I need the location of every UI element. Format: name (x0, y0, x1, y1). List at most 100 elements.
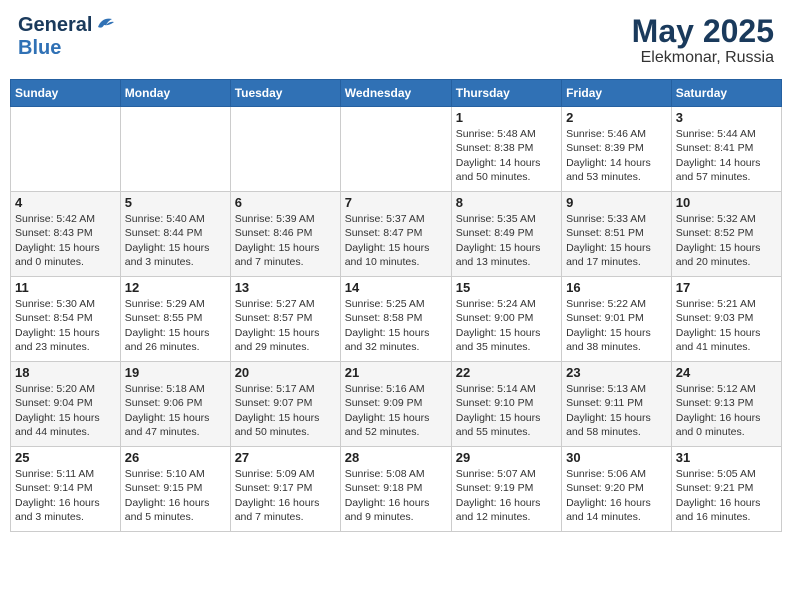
day-info: Sunrise: 5:16 AM Sunset: 9:09 PM Dayligh… (345, 382, 447, 439)
calendar-cell: 28Sunrise: 5:08 AM Sunset: 9:18 PM Dayli… (340, 447, 451, 532)
col-header-tuesday: Tuesday (230, 80, 340, 107)
month-title: May 2025 (632, 14, 774, 49)
day-number: 4 (15, 195, 116, 210)
page-header: General Blue May 2025 Elekmonar, Russia (10, 10, 782, 71)
day-number: 30 (566, 450, 667, 465)
logo-general: General (18, 14, 92, 37)
day-number: 5 (125, 195, 226, 210)
day-number: 22 (456, 365, 557, 380)
day-number: 1 (456, 110, 557, 125)
calendar-cell: 7 Sunrise: 5:37 AM Sunset: 8:47 PM Daylig… (340, 192, 451, 277)
day-info: Sunrise: 5:13 AM Sunset: 9:11 PM Dayligh… (566, 382, 667, 439)
day-number: 21 (345, 365, 447, 380)
day-number: 31 (676, 450, 777, 465)
day-info: Sunrise: 5:48 AM Sunset: 8:38 PM Dayligh… (456, 127, 557, 184)
day-number: 9 (566, 195, 667, 210)
day-number: 27 (235, 450, 336, 465)
day-info: Sunrise: 5:39 AM Sunset: 8:46 PM Dayligh… (235, 212, 336, 269)
day-info: Sunrise: 5:35 AM Sunset: 8:49 PM Dayligh… (456, 212, 557, 269)
calendar-cell (11, 107, 121, 192)
day-info: Sunrise: 5:42 AM Sunset: 8:43 PM Dayligh… (15, 212, 116, 269)
calendar-cell: 13 Sunrise: 5:27 AM Sunset: 8:57 PM Dayli… (230, 277, 340, 362)
day-info: Sunrise: 5:44 AM Sunset: 8:41 PM Dayligh… (676, 127, 777, 184)
day-number: 7 (345, 195, 447, 210)
day-number: 28 (345, 450, 447, 465)
calendar-week-row: 11 Sunrise: 5:30 AM Sunset: 8:54 PM Dayli… (11, 277, 782, 362)
calendar-cell: 21 Sunrise: 5:16 AM Sunset: 9:09 PM Dayli… (340, 362, 451, 447)
calendar-cell: 25Sunrise: 5:11 AM Sunset: 9:14 PM Dayli… (11, 447, 121, 532)
day-info: Sunrise: 5:11 AM Sunset: 9:14 PM Dayligh… (15, 467, 116, 524)
logo: General Blue (18, 14, 116, 60)
calendar-cell: 19 Sunrise: 5:18 AM Sunset: 9:06 PM Dayli… (120, 362, 230, 447)
day-number: 23 (566, 365, 667, 380)
day-info: Sunrise: 5:10 AM Sunset: 9:15 PM Dayligh… (125, 467, 226, 524)
calendar-cell: 24 Sunrise: 5:12 AM Sunset: 9:13 PM Dayli… (671, 362, 781, 447)
day-number: 26 (125, 450, 226, 465)
calendar-cell: 6 Sunrise: 5:39 AM Sunset: 8:46 PM Daylig… (230, 192, 340, 277)
day-number: 3 (676, 110, 777, 125)
day-number: 17 (676, 280, 777, 295)
calendar-cell: 26 Sunrise: 5:10 AM Sunset: 9:15 PM Dayli… (120, 447, 230, 532)
day-info: Sunrise: 5:21 AM Sunset: 9:03 PM Dayligh… (676, 297, 777, 354)
calendar-cell (120, 107, 230, 192)
calendar-cell: 9Sunrise: 5:33 AM Sunset: 8:51 PM Daylig… (562, 192, 672, 277)
calendar-cell: 2 Sunrise: 5:46 AM Sunset: 8:39 PM Daylig… (562, 107, 672, 192)
calendar-week-row: 4 Sunrise: 5:42 AM Sunset: 8:43 PM Daylig… (11, 192, 782, 277)
calendar-cell: 1 Sunrise: 5:48 AM Sunset: 8:38 PM Daylig… (451, 107, 561, 192)
day-number: 19 (125, 365, 226, 380)
day-info: Sunrise: 5:25 AM Sunset: 8:58 PM Dayligh… (345, 297, 447, 354)
calendar-cell: 15 Sunrise: 5:24 AM Sunset: 9:00 PM Dayli… (451, 277, 561, 362)
calendar-table: SundayMondayTuesdayWednesdayThursdayFrid… (10, 79, 782, 532)
calendar-cell: 12 Sunrise: 5:29 AM Sunset: 8:55 PM Dayli… (120, 277, 230, 362)
logo-blue: Blue (18, 37, 61, 59)
calendar-cell: 29Sunrise: 5:07 AM Sunset: 9:19 PM Dayli… (451, 447, 561, 532)
day-info: Sunrise: 5:07 AM Sunset: 9:19 PM Dayligh… (456, 467, 557, 524)
day-number: 24 (676, 365, 777, 380)
day-number: 18 (15, 365, 116, 380)
day-number: 13 (235, 280, 336, 295)
day-info: Sunrise: 5:14 AM Sunset: 9:10 PM Dayligh… (456, 382, 557, 439)
col-header-wednesday: Wednesday (340, 80, 451, 107)
day-info: Sunrise: 5:46 AM Sunset: 8:39 PM Dayligh… (566, 127, 667, 184)
calendar-cell (230, 107, 340, 192)
day-number: 2 (566, 110, 667, 125)
day-info: Sunrise: 5:27 AM Sunset: 8:57 PM Dayligh… (235, 297, 336, 354)
day-number: 15 (456, 280, 557, 295)
col-header-thursday: Thursday (451, 80, 561, 107)
day-number: 14 (345, 280, 447, 295)
day-number: 6 (235, 195, 336, 210)
day-info: Sunrise: 5:12 AM Sunset: 9:13 PM Dayligh… (676, 382, 777, 439)
day-info: Sunrise: 5:29 AM Sunset: 8:55 PM Dayligh… (125, 297, 226, 354)
day-info: Sunrise: 5:17 AM Sunset: 9:07 PM Dayligh… (235, 382, 336, 439)
calendar-cell: 11 Sunrise: 5:30 AM Sunset: 8:54 PM Dayli… (11, 277, 121, 362)
calendar-cell: 23 Sunrise: 5:13 AM Sunset: 9:11 PM Dayli… (562, 362, 672, 447)
day-number: 10 (676, 195, 777, 210)
day-number: 16 (566, 280, 667, 295)
day-number: 8 (456, 195, 557, 210)
day-info: Sunrise: 5:24 AM Sunset: 9:00 PM Dayligh… (456, 297, 557, 354)
day-info: Sunrise: 5:05 AM Sunset: 9:21 PM Dayligh… (676, 467, 777, 524)
day-info: Sunrise: 5:18 AM Sunset: 9:06 PM Dayligh… (125, 382, 226, 439)
day-number: 11 (15, 280, 116, 295)
calendar-cell (340, 107, 451, 192)
calendar-cell: 17 Sunrise: 5:21 AM Sunset: 9:03 PM Dayli… (671, 277, 781, 362)
day-info: Sunrise: 5:20 AM Sunset: 9:04 PM Dayligh… (15, 382, 116, 439)
calendar-cell: 8 Sunrise: 5:35 AM Sunset: 8:49 PM Daylig… (451, 192, 561, 277)
day-number: 20 (235, 365, 336, 380)
calendar-cell: 4 Sunrise: 5:42 AM Sunset: 8:43 PM Daylig… (11, 192, 121, 277)
day-info: Sunrise: 5:30 AM Sunset: 8:54 PM Dayligh… (15, 297, 116, 354)
title-block: May 2025 Elekmonar, Russia (632, 14, 774, 67)
calendar-week-row: 1 Sunrise: 5:48 AM Sunset: 8:38 PM Daylig… (11, 107, 782, 192)
day-info: Sunrise: 5:37 AM Sunset: 8:47 PM Dayligh… (345, 212, 447, 269)
day-number: 12 (125, 280, 226, 295)
col-header-saturday: Saturday (671, 80, 781, 107)
calendar-week-row: 25Sunrise: 5:11 AM Sunset: 9:14 PM Dayli… (11, 447, 782, 532)
calendar-cell: 20 Sunrise: 5:17 AM Sunset: 9:07 PM Dayli… (230, 362, 340, 447)
logo-bird-icon (94, 13, 116, 35)
day-info: Sunrise: 5:32 AM Sunset: 8:52 PM Dayligh… (676, 212, 777, 269)
calendar-week-row: 18 Sunrise: 5:20 AM Sunset: 9:04 PM Dayli… (11, 362, 782, 447)
calendar-cell: 22 Sunrise: 5:14 AM Sunset: 9:10 PM Dayli… (451, 362, 561, 447)
day-info: Sunrise: 5:40 AM Sunset: 8:44 PM Dayligh… (125, 212, 226, 269)
calendar-cell: 30Sunrise: 5:06 AM Sunset: 9:20 PM Dayli… (562, 447, 672, 532)
col-header-monday: Monday (120, 80, 230, 107)
